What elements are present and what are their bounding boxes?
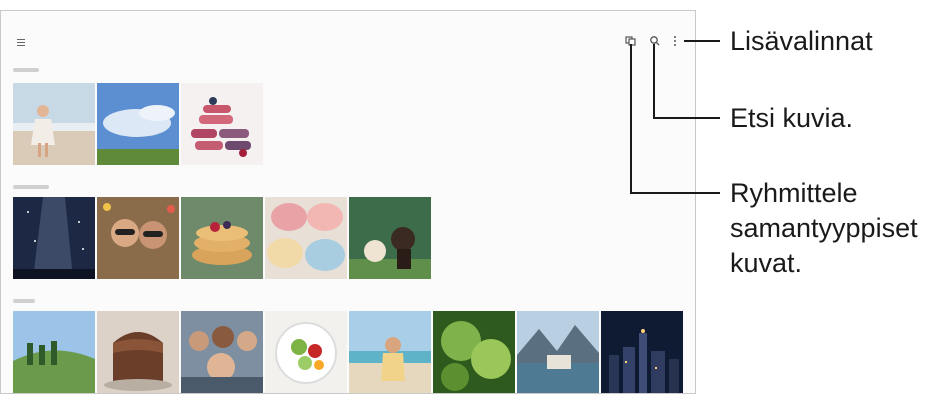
photo-thumbnail[interactable] xyxy=(517,311,599,393)
photo-thumbnail[interactable] xyxy=(13,83,95,165)
menu-icon[interactable] xyxy=(17,39,25,46)
photo-thumbnail[interactable] xyxy=(13,311,95,393)
photo-thumbnail[interactable] xyxy=(265,197,347,279)
photo-thumbnail[interactable] xyxy=(97,197,179,279)
photo-thumbnail[interactable] xyxy=(601,311,683,393)
photo-thumbnail[interactable] xyxy=(97,83,179,165)
callout-group-line2: samantyyppiset xyxy=(730,213,918,243)
callout-group-line3: kuvat. xyxy=(730,248,803,278)
callout-group-line1: Ryhmittele xyxy=(730,178,858,208)
search-icon[interactable] xyxy=(649,35,661,47)
section-label xyxy=(13,299,35,303)
group-similar-icon[interactable] xyxy=(625,35,637,47)
photo-thumbnail[interactable] xyxy=(349,197,431,279)
photo-thumbnail[interactable] xyxy=(349,311,431,393)
callout-more-options: Lisävalinnat xyxy=(730,26,873,56)
section-label xyxy=(13,185,49,189)
gallery-screen xyxy=(0,10,696,394)
photo-thumbnail[interactable] xyxy=(433,311,515,393)
more-options-icon[interactable] xyxy=(669,35,681,47)
photo-thumbnail[interactable] xyxy=(97,311,179,393)
section-label xyxy=(13,68,39,72)
callout-search: Etsi kuvia. xyxy=(730,103,854,133)
photo-thumbnail[interactable] xyxy=(13,197,95,279)
photo-thumbnail[interactable] xyxy=(181,311,263,393)
photo-thumbnail[interactable] xyxy=(181,83,263,165)
photo-thumbnail[interactable] xyxy=(265,311,347,393)
photo-thumbnail[interactable] xyxy=(181,197,263,279)
